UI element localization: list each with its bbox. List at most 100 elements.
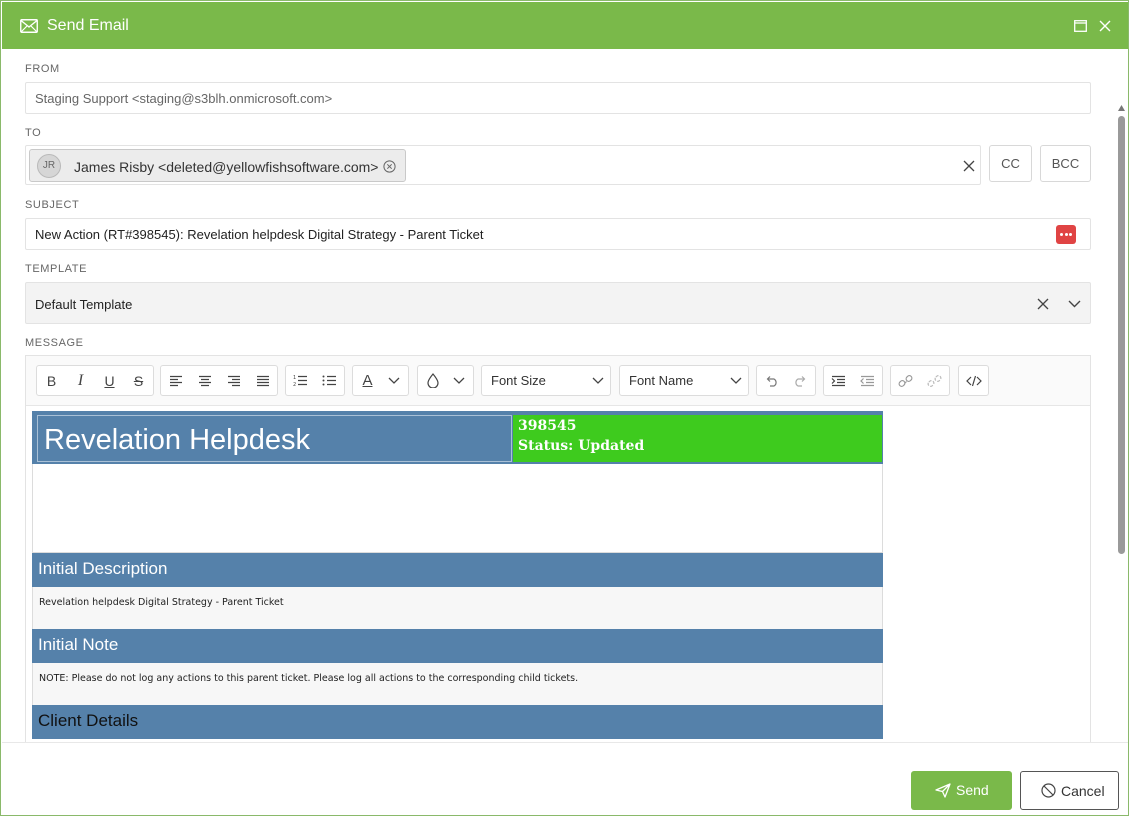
subject-input[interactable]: New Action (RT#398545): Revelation helpd… bbox=[25, 218, 1091, 250]
chevron-down-icon bbox=[730, 377, 742, 384]
title-bar: Send Email bbox=[2, 2, 1128, 49]
redo-button[interactable] bbox=[786, 366, 815, 395]
font-color-picker[interactable]: A bbox=[352, 365, 409, 396]
droplet-icon bbox=[426, 373, 439, 388]
section-body: NOTE: Please do not log any actions to t… bbox=[32, 663, 883, 705]
close-icon[interactable] bbox=[1099, 20, 1111, 32]
template-label: TEMPLATE bbox=[25, 263, 88, 275]
cancel-label: Cancel bbox=[1061, 783, 1105, 799]
svg-text:1: 1 bbox=[293, 375, 296, 381]
history-group bbox=[756, 365, 816, 396]
unlink-icon bbox=[927, 374, 942, 387]
brand-cell: Revelation Helpdesk bbox=[37, 415, 512, 462]
form-content[interactable]: FROM Staging Support <staging@s3blh.onmi… bbox=[2, 49, 1128, 742]
section-heading-text: Initial Description bbox=[38, 559, 168, 578]
vertical-scrollbar[interactable] bbox=[1115, 105, 1127, 742]
fill-color-button[interactable] bbox=[418, 366, 447, 395]
editor-toolbar: B I U S 1 2 A Font Size Font Name bbox=[26, 356, 1090, 406]
align-right-icon bbox=[227, 375, 240, 386]
section-heading: Initial Note bbox=[32, 629, 883, 663]
message-label: MESSAGE bbox=[25, 337, 84, 349]
chevron-down-icon[interactable] bbox=[1068, 300, 1081, 308]
mail-icon bbox=[20, 19, 38, 33]
align-center-icon bbox=[198, 375, 211, 386]
strikethrough-button[interactable]: S bbox=[124, 366, 153, 395]
chevron-down-icon bbox=[453, 377, 465, 384]
bullet-list-icon bbox=[322, 375, 336, 386]
text-style-group: B I U S bbox=[36, 365, 154, 396]
align-left-icon bbox=[169, 375, 182, 386]
status-cell: 398545 Status: Updated bbox=[513, 415, 882, 462]
recipient-text: James Risby <deleted@yellowfishsoftware.… bbox=[74, 159, 379, 175]
bullet-list-button[interactable] bbox=[315, 366, 344, 395]
section-body-text: Revelation helpdesk Digital Strategy - P… bbox=[39, 597, 284, 608]
svg-text:2: 2 bbox=[293, 382, 296, 387]
template-value: Default Template bbox=[35, 297, 133, 312]
from-value: Staging Support <staging@s3blh.onmicroso… bbox=[35, 91, 333, 106]
underline-button[interactable]: U bbox=[95, 366, 124, 395]
send-button[interactable]: Send bbox=[911, 771, 1012, 810]
outdent-icon bbox=[860, 375, 874, 386]
scroll-up-icon[interactable] bbox=[1118, 105, 1125, 111]
indent-group bbox=[823, 365, 883, 396]
clear-recipients-icon[interactable] bbox=[963, 160, 975, 172]
brand-title: Revelation Helpdesk bbox=[44, 424, 310, 456]
undo-button[interactable] bbox=[757, 366, 786, 395]
view-source-button[interactable] bbox=[959, 366, 988, 395]
font-name-select[interactable]: Font Name bbox=[619, 365, 749, 396]
email-spacer bbox=[32, 464, 883, 553]
cancel-button[interactable]: Cancel bbox=[1020, 771, 1119, 810]
indent-button[interactable] bbox=[824, 366, 853, 395]
section-body: Revelation helpdesk Digital Strategy - P… bbox=[32, 587, 883, 629]
to-field[interactable]: JR James Risby <deleted@yellowfishsoftwa… bbox=[25, 145, 981, 185]
link-icon bbox=[898, 374, 913, 387]
ticket-number: 398545 bbox=[518, 418, 577, 434]
justify-button[interactable] bbox=[248, 366, 277, 395]
align-center-button[interactable] bbox=[190, 366, 219, 395]
indent-icon bbox=[831, 375, 845, 386]
align-right-button[interactable] bbox=[219, 366, 248, 395]
insert-link-button[interactable] bbox=[891, 366, 920, 395]
subject-label: SUBJECT bbox=[25, 199, 80, 211]
send-label: Send bbox=[956, 782, 989, 798]
background-color-picker[interactable] bbox=[417, 365, 474, 396]
remove-recipient-icon[interactable] bbox=[383, 160, 396, 173]
scrollbar-thumb[interactable] bbox=[1118, 116, 1125, 554]
ordered-list-button[interactable]: 12 bbox=[286, 366, 315, 395]
template-select[interactable]: Default Template bbox=[25, 282, 1091, 324]
section-body-text: NOTE: Please do not log any actions to t… bbox=[39, 673, 579, 684]
outdent-button[interactable] bbox=[853, 366, 882, 395]
subject-value: New Action (RT#398545): Revelation helpd… bbox=[35, 227, 484, 242]
recipient-chip[interactable]: JR James Risby <deleted@yellowfishsoftwa… bbox=[29, 149, 406, 182]
message-editor[interactable]: B I U S 1 2 A Font Size Font Name Revela… bbox=[25, 355, 1091, 742]
font-size-select[interactable]: Font Size bbox=[481, 365, 611, 396]
ordered-list-icon: 12 bbox=[293, 375, 307, 387]
align-left-button[interactable] bbox=[161, 366, 190, 395]
code-icon bbox=[965, 375, 982, 386]
avatar: JR bbox=[37, 154, 61, 178]
italic-button[interactable]: I bbox=[66, 366, 95, 395]
source-group bbox=[958, 365, 989, 396]
maximize-icon[interactable] bbox=[1074, 20, 1087, 32]
password-manager-icon[interactable] bbox=[1056, 225, 1076, 244]
section-heading-text: Initial Note bbox=[38, 635, 119, 654]
chevron-down-icon bbox=[592, 377, 604, 384]
cc-button[interactable]: CC bbox=[989, 145, 1032, 182]
clear-template-icon[interactable] bbox=[1037, 298, 1049, 310]
send-email-dialog: Send Email FROM Staging Support <staging… bbox=[0, 0, 1129, 816]
section-heading-text: Client Details bbox=[38, 711, 139, 730]
dialog-footer: Send Cancel bbox=[2, 742, 1128, 815]
section-heading: Client Details bbox=[32, 705, 883, 739]
cancel-icon bbox=[1041, 783, 1056, 798]
font-color-button[interactable]: A bbox=[353, 366, 382, 395]
ticket-status: Status: Updated bbox=[518, 438, 645, 454]
editor-body[interactable]: Revelation Helpdesk 398545 Status: Updat… bbox=[26, 406, 1090, 742]
justify-icon bbox=[256, 375, 269, 386]
unlink-button[interactable] bbox=[920, 366, 949, 395]
undo-icon bbox=[766, 375, 777, 387]
redo-icon bbox=[795, 375, 806, 387]
bcc-button[interactable]: BCC bbox=[1040, 145, 1091, 182]
bold-button[interactable]: B bbox=[37, 366, 66, 395]
email-header: Revelation Helpdesk 398545 Status: Updat… bbox=[32, 411, 883, 464]
window-title: Send Email bbox=[47, 17, 129, 34]
